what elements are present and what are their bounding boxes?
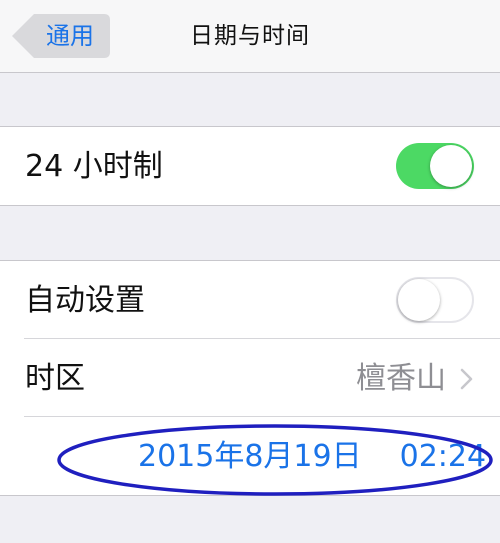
row-date-time[interactable]: 2015年8月19日 02:24 bbox=[0, 417, 500, 495]
row-label-set-automatically: 自动设置 bbox=[25, 283, 145, 318]
date-time-display: 2015年8月19日 02:24 bbox=[138, 439, 486, 475]
time-zone-value: 檀香山 bbox=[356, 361, 446, 396]
row-time-zone[interactable]: 时区 檀香山 bbox=[0, 339, 500, 417]
chevron-right-icon bbox=[460, 368, 473, 390]
row-set-automatically: 自动设置 bbox=[0, 261, 500, 339]
settings-group-clock: 24 小时制 bbox=[0, 126, 500, 206]
toggle-knob bbox=[430, 145, 472, 187]
row-label-time-zone: 时区 bbox=[25, 361, 85, 396]
toggle-knob bbox=[398, 279, 440, 321]
row-24-hour-time: 24 小时制 bbox=[0, 127, 500, 205]
toggle-set-automatically[interactable] bbox=[396, 277, 474, 323]
toggle-24-hour-time[interactable] bbox=[396, 143, 474, 189]
time-value: 02:24 bbox=[399, 439, 487, 474]
page-title: 日期与时间 bbox=[190, 23, 310, 49]
date-value: 2015年8月19日 bbox=[138, 439, 362, 474]
settings-group-datetime: 自动设置 时区 檀香山 2015年8月19日 02:24 bbox=[0, 260, 500, 496]
navigation-bar: 通用 日期与时间 bbox=[0, 0, 500, 73]
row-label-24-hour-time: 24 小时制 bbox=[25, 149, 163, 184]
